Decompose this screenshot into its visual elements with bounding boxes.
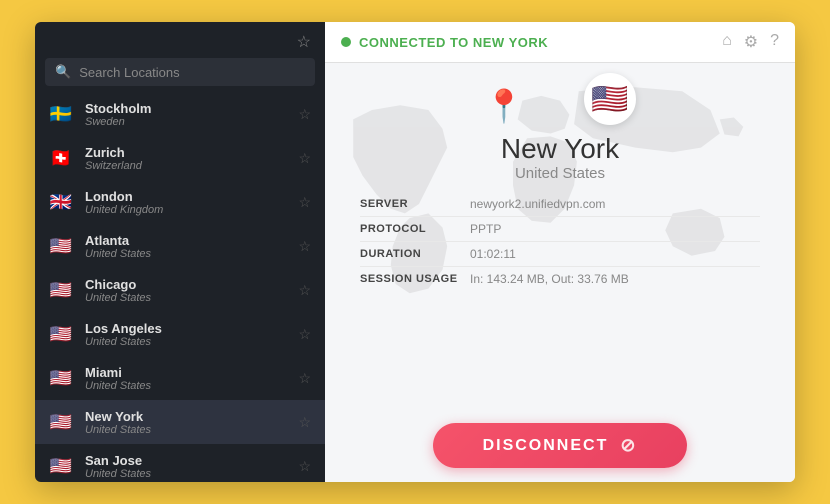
star-button-london[interactable]: ☆ — [296, 192, 313, 213]
location-info-san-jose: San Jose United States — [85, 453, 286, 480]
flag-icon-new-york: 🇺🇸 — [47, 408, 75, 436]
map-content: 📍 🇺🇸 New York United States SERVER newyo… — [345, 73, 775, 291]
star-button-stockholm[interactable]: ☆ — [296, 104, 313, 125]
detail-label: PROTOCOL — [360, 223, 470, 235]
location-info-miami: Miami United States — [85, 365, 286, 392]
location-item-atlanta[interactable]: 🇺🇸 Atlanta United States ☆ — [35, 224, 325, 268]
location-name-san-jose: San Jose — [85, 453, 286, 468]
home-icon[interactable]: ⌂ — [722, 32, 732, 52]
detail-label: DURATION — [360, 248, 470, 260]
location-country-los-angeles: United States — [85, 336, 286, 348]
flag-icon-miami: 🇺🇸 — [47, 364, 75, 392]
map-section: 📍 🇺🇸 New York United States SERVER newyo… — [325, 63, 795, 411]
search-bar: 🔍 — [45, 58, 315, 86]
detail-row-session-usage: SESSION USAGE In: 143.24 MB, Out: 33.76 … — [360, 267, 760, 291]
location-info-los-angeles: Los Angeles United States — [85, 321, 286, 348]
location-name-zurich: Zurich — [85, 145, 286, 160]
location-name-atlanta: Atlanta — [85, 233, 286, 248]
settings-icon[interactable]: ⚙ — [744, 32, 758, 52]
flag-icon-chicago: 🇺🇸 — [47, 276, 75, 304]
top-bar: CONNECTED TO NEW YORK ⌂ ⚙ ? — [325, 22, 795, 63]
search-input[interactable] — [79, 65, 305, 80]
location-country-new-york: United States — [85, 424, 286, 436]
location-name-london: London — [85, 189, 286, 204]
flag-icon-los-angeles: 🇺🇸 — [47, 320, 75, 348]
location-info-chicago: Chicago United States — [85, 277, 286, 304]
app-window: ☆ 🔍 🇸🇪 Stockholm Sweden ☆ 🇨🇭 Zurich Swit… — [35, 22, 795, 482]
location-country-atlanta: United States — [85, 248, 286, 260]
connected-dot — [341, 37, 351, 47]
disconnect-label: DISCONNECT — [483, 437, 609, 455]
location-country-miami: United States — [85, 380, 286, 392]
sidebar-header: ☆ — [35, 22, 325, 58]
detail-value: PPTP — [470, 222, 501, 236]
detail-label: SERVER — [360, 198, 470, 210]
location-info-stockholm: Stockholm Sweden — [85, 101, 286, 128]
map-markers: 📍 🇺🇸 — [484, 73, 636, 125]
location-list: 🇸🇪 Stockholm Sweden ☆ 🇨🇭 Zurich Switzerl… — [35, 92, 325, 482]
connection-details: SERVER newyork2.unifiedvpn.com PROTOCOL … — [360, 192, 760, 291]
disconnect-section: DISCONNECT ⊘ — [325, 411, 795, 482]
location-info-atlanta: Atlanta United States — [85, 233, 286, 260]
search-icon: 🔍 — [55, 64, 71, 80]
flag-icon-stockholm: 🇸🇪 — [47, 100, 75, 128]
top-icons: ⌂ ⚙ ? — [722, 32, 779, 52]
detail-label: SESSION USAGE — [360, 273, 470, 285]
star-button-miami[interactable]: ☆ — [296, 368, 313, 389]
country-flag: 🇺🇸 — [591, 82, 628, 117]
flag-icon-atlanta: 🇺🇸 — [47, 232, 75, 260]
main-panel: CONNECTED TO NEW YORK ⌂ ⚙ ? — [325, 22, 795, 482]
location-item-miami[interactable]: 🇺🇸 Miami United States ☆ — [35, 356, 325, 400]
country-flag-circle: 🇺🇸 — [584, 73, 636, 125]
detail-row-duration: DURATION 01:02:11 — [360, 242, 760, 267]
sidebar: ☆ 🔍 🇸🇪 Stockholm Sweden ☆ 🇨🇭 Zurich Swit… — [35, 22, 325, 482]
star-button-chicago[interactable]: ☆ — [296, 280, 313, 301]
star-button-los-angeles[interactable]: ☆ — [296, 324, 313, 345]
location-info-new-york: New York United States — [85, 409, 286, 436]
detail-row-protocol: PROTOCOL PPTP — [360, 217, 760, 242]
country-name: United States — [515, 165, 605, 182]
location-item-london[interactable]: 🇬🇧 London United Kingdom ☆ — [35, 180, 325, 224]
flag-icon-zurich: 🇨🇭 — [47, 144, 75, 172]
location-item-chicago[interactable]: 🇺🇸 Chicago United States ☆ — [35, 268, 325, 312]
detail-value: newyork2.unifiedvpn.com — [470, 197, 605, 211]
flag-icon-san-jose: 🇺🇸 — [47, 452, 75, 480]
disconnect-icon: ⊘ — [620, 435, 637, 456]
location-item-zurich[interactable]: 🇨🇭 Zurich Switzerland ☆ — [35, 136, 325, 180]
location-info-zurich: Zurich Switzerland — [85, 145, 286, 172]
flag-icon-london: 🇬🇧 — [47, 188, 75, 216]
location-info-london: London United Kingdom — [85, 189, 286, 216]
location-item-san-jose[interactable]: 🇺🇸 San Jose United States ☆ — [35, 444, 325, 482]
city-name: New York — [501, 133, 619, 165]
favorites-icon[interactable]: ☆ — [297, 32, 311, 52]
disconnect-button[interactable]: DISCONNECT ⊘ — [433, 423, 688, 468]
detail-row-server: SERVER newyork2.unifiedvpn.com — [360, 192, 760, 217]
help-icon[interactable]: ? — [770, 32, 779, 52]
detail-value: In: 143.24 MB, Out: 33.76 MB — [470, 272, 629, 286]
location-item-stockholm[interactable]: 🇸🇪 Stockholm Sweden ☆ — [35, 92, 325, 136]
location-name-chicago: Chicago — [85, 277, 286, 292]
location-name-stockholm: Stockholm — [85, 101, 286, 116]
location-country-zurich: Switzerland — [85, 160, 286, 172]
location-country-chicago: United States — [85, 292, 286, 304]
location-name-new-york: New York — [85, 409, 286, 424]
location-item-new-york[interactable]: 🇺🇸 New York United States ☆ — [35, 400, 325, 444]
star-button-san-jose[interactable]: ☆ — [296, 456, 313, 477]
location-country-london: United Kingdom — [85, 204, 286, 216]
detail-value: 01:02:11 — [470, 247, 516, 261]
location-name-los-angeles: Los Angeles — [85, 321, 286, 336]
star-button-atlanta[interactable]: ☆ — [296, 236, 313, 257]
location-country-stockholm: Sweden — [85, 116, 286, 128]
location-item-los-angeles[interactable]: 🇺🇸 Los Angeles United States ☆ — [35, 312, 325, 356]
star-button-zurich[interactable]: ☆ — [296, 148, 313, 169]
location-country-san-jose: United States — [85, 468, 286, 480]
location-pin-icon: 📍 — [484, 87, 524, 125]
star-button-new-york[interactable]: ☆ — [296, 412, 313, 433]
connected-text: CONNECTED TO NEW YORK — [359, 35, 714, 50]
location-name-miami: Miami — [85, 365, 286, 380]
